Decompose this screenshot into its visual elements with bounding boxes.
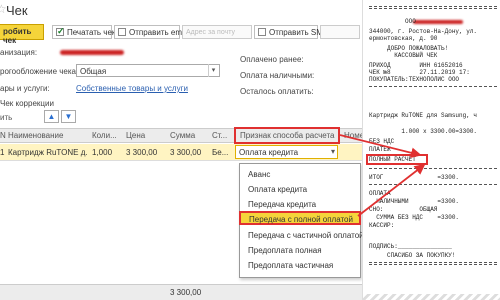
checkbox-checked-icon <box>56 26 65 37</box>
col-header-tax[interactable]: Ст... <box>212 131 232 140</box>
tax-system-value: Общая <box>80 67 107 76</box>
cash-payment-label: Оплата наличными: <box>240 71 315 80</box>
dropdown-item-full-payment[interactable]: Передача с полной оплатой <box>239 211 361 225</box>
window-title: Чек <box>6 3 28 18</box>
goods-services-link[interactable]: Собственные товары и услуги <box>76 84 188 93</box>
add-row-label: ить <box>0 113 13 122</box>
tax-system-select[interactable]: Общая <box>76 64 220 77</box>
receipt-line: ОПЛАТА <box>369 190 391 197</box>
chevron-down-icon[interactable]: ▾ <box>208 64 218 77</box>
goods-label: ары и услуги: <box>0 84 50 93</box>
receipt-line: СНО: ОБЩАЯ <box>369 206 438 213</box>
receipt-line: ермонтовская, д. 90 <box>369 35 438 42</box>
col-header-sum[interactable]: Сумма <box>170 131 206 140</box>
receipt-line: СУММА БЕЗ НДС =3300. <box>369 214 460 221</box>
receipt-line: КАССИР: <box>369 222 395 229</box>
col-header-qty[interactable]: Коли... <box>92 131 122 140</box>
col-header-number: N <box>0 131 6 140</box>
checkbox-icon <box>258 28 266 36</box>
receipt-line: ПОДПИСЬ:_______________ <box>369 243 452 250</box>
receipt-line: ПОКУПАТЕЛЬ:ТЕХНОПОЛИС ООО <box>369 76 460 83</box>
col-header-name[interactable]: Наименование <box>8 131 88 140</box>
toolbar: робить чек Печатать чек Отправить email … <box>0 24 362 45</box>
receipt-line: ДОБРО ПОЖАЛОВАТЬ! <box>369 45 449 52</box>
receipt-line: Картридж RuTONE для Samsung, ч <box>369 112 478 119</box>
receipt-divider <box>369 6 497 7</box>
print-check-checkbox[interactable]: Печатать чек <box>52 25 116 39</box>
redacted-organization <box>60 50 124 55</box>
send-email-checkbox[interactable]: Отправить email <box>114 25 190 39</box>
receipt-line: ПРИХОД ИНН 61652016 <box>369 62 463 69</box>
receipt-divider <box>369 8 497 9</box>
cell-sum[interactable]: 3 300,00 <box>170 148 210 157</box>
receipt-divider <box>369 86 497 87</box>
redacted-receipt-org <box>413 20 463 24</box>
payment-method-select[interactable]: Оплата кредита ▾ <box>235 145 338 159</box>
receipt-preview: ООО 344000, г. Ростов-На-Дону, ул. ермон… <box>362 0 500 300</box>
organization-label: анизация: <box>0 48 38 57</box>
correction-check-label: Чек коррекции <box>0 99 54 108</box>
checkbox-icon <box>118 28 126 36</box>
receipt-divider <box>369 168 497 169</box>
email-address-input[interactable]: Адрес за почту <box>182 25 252 39</box>
tax-system-label: рогообложение чека: <box>0 67 79 76</box>
receipt-line: 1.000 х 3300.00=3300. <box>369 128 478 135</box>
header-highlight-box <box>234 127 340 144</box>
title-bar: ☆ Чек <box>0 0 362 22</box>
print-check-button[interactable]: робить чек <box>0 24 44 45</box>
receipt-line: ООО <box>369 18 416 25</box>
move-down-icon[interactable]: ▼ <box>61 110 76 123</box>
receipt-line: ПЛАТЕЖ <box>369 146 391 153</box>
receipt-line: ИТОГ =3300. <box>369 174 460 181</box>
receipt-line: 344000, г. Ростов-На-Дону, ул. <box>369 28 478 35</box>
receipt-divider <box>369 262 497 263</box>
cell-tax[interactable]: Бе... <box>212 148 232 157</box>
grid-footer: 3 300,00 <box>0 284 362 300</box>
receipt-divider <box>369 184 497 185</box>
receipt-torn-edge <box>363 294 500 300</box>
dropdown-item-credit-transfer[interactable]: Передача кредита <box>240 197 360 211</box>
dropdown-item-partial-payment[interactable]: Передача с частичной оплатой <box>240 228 364 242</box>
receipt-line: БЕЗ НДС <box>369 138 395 145</box>
table-row[interactable]: 1 Картридж RuTONE д... 1,000 3 300,00 3 … <box>0 144 362 161</box>
payment-method-value: Оплата кредита <box>239 148 299 157</box>
dropdown-item-full-prepayment[interactable]: Предоплата полная <box>240 243 360 257</box>
receipt-divider <box>369 264 497 265</box>
col-header-price[interactable]: Цена <box>126 131 162 140</box>
receipt-line: КАССОВЫЙ ЧЕК <box>369 52 438 59</box>
send-sms-checkbox[interactable]: Отправить SMS <box>254 25 328 39</box>
col-header-number-code[interactable]: Номе <box>344 131 362 140</box>
remaining-label: Осталось оплатить: <box>240 87 314 96</box>
print-check-label: Печатать чек <box>67 28 116 37</box>
phone-input[interactable] <box>320 25 360 39</box>
dropdown-item-partial-prepayment[interactable]: Предоплата частичная <box>240 258 360 272</box>
payment-method-dropdown: Аванс Оплата кредита Передача кредита Пе… <box>239 163 364 278</box>
cell-qty[interactable]: 1,000 <box>92 148 122 157</box>
cell-price[interactable]: 3 300,00 <box>126 148 166 157</box>
receipt-line: СПАСИБО ЗА ПОКУПКУ! <box>369 252 456 259</box>
cell-number: 1 <box>0 148 5 157</box>
receipt-line: ЧЕК №8 27.11.2019 17: <box>369 69 470 76</box>
move-up-icon[interactable]: ▲ <box>44 110 59 123</box>
send-email-label: Отправить email <box>129 28 191 37</box>
receipt-highlight-box <box>366 154 428 165</box>
cell-name[interactable]: Картридж RuTONE д... <box>8 148 88 157</box>
paid-before-label: Оплачено ранее: <box>240 55 304 64</box>
footer-sum: 3 300,00 <box>170 288 202 297</box>
dropdown-item-credit-payment[interactable]: Оплата кредита <box>240 182 360 196</box>
receipt-line: НАЛИЧНЫМИ =3300. <box>369 198 460 205</box>
dropdown-item-advance[interactable]: Аванс <box>240 167 360 181</box>
chevron-down-icon[interactable]: ▾ <box>331 147 335 156</box>
